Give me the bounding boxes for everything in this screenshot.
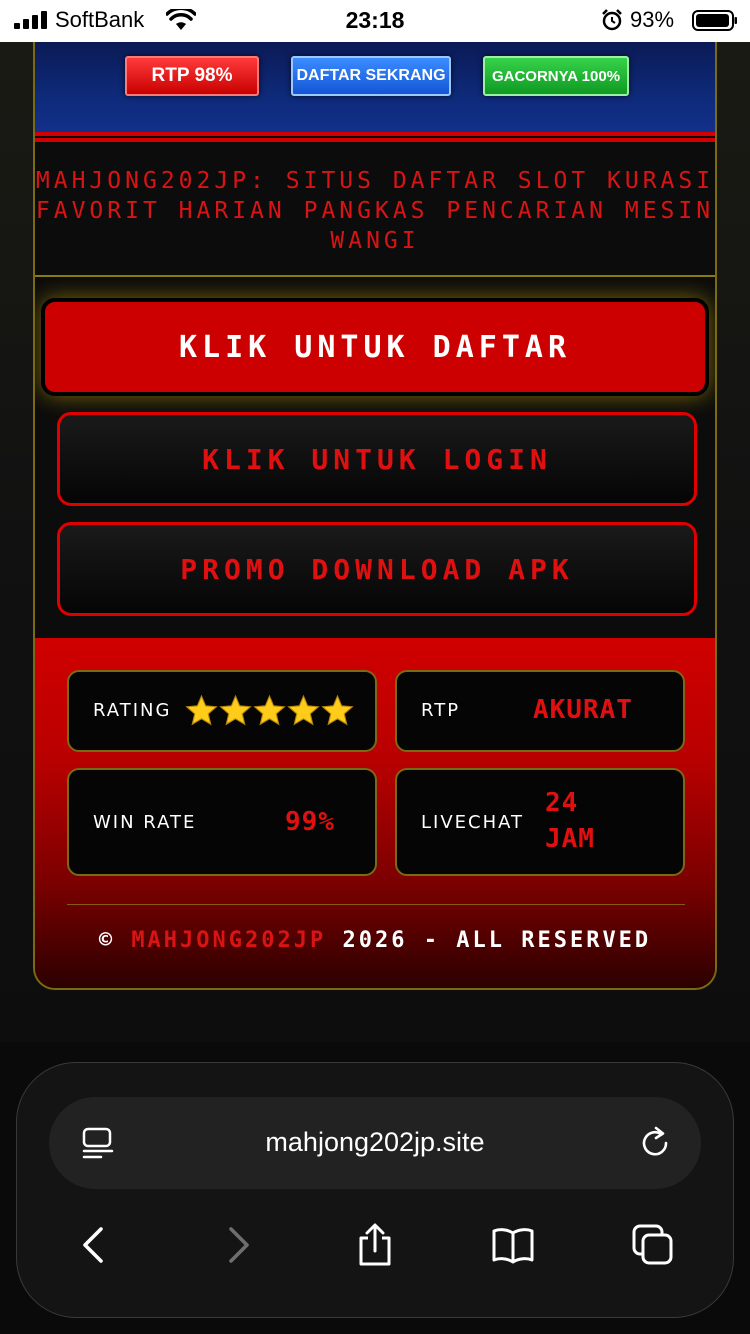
copyright-symbol: © [98, 928, 116, 953]
star-icon [287, 694, 320, 726]
rtp-card: RTP AKURAT [395, 670, 685, 752]
banner-gacor-button[interactable]: GACORNYA 100% [483, 56, 629, 96]
battery-percent: 93% [630, 7, 675, 32]
forward-icon[interactable] [215, 1223, 259, 1267]
reload-icon[interactable] [639, 1125, 673, 1161]
back-icon[interactable] [73, 1223, 117, 1267]
livechat-label: LIVECHAT [421, 812, 525, 833]
rtp-label: RTP [421, 700, 461, 721]
star-icon [185, 694, 218, 726]
info-section: RATING RTP AKURAT WIN RATE 99% LIVECHAT … [35, 638, 715, 988]
login-button[interactable]: KLIK UNTUK LOGIN [57, 412, 697, 506]
alarm-icon [602, 9, 622, 31]
livechat-value-unit: JAM [545, 824, 595, 854]
copyright-suffix: 2026 - ALL RESERVED [342, 928, 652, 953]
divider [35, 275, 715, 277]
banner-daftar-button[interactable]: DAFTAR SEKRANG [291, 56, 451, 96]
rating-stars [185, 694, 354, 727]
download-apk-button[interactable]: PROMO DOWNLOAD APK [57, 522, 697, 616]
banner-rtp-button[interactable]: RTP 98% [125, 56, 259, 96]
bookmarks-icon[interactable] [491, 1223, 535, 1267]
divider [67, 904, 685, 905]
divider [35, 132, 715, 136]
promo-banner[interactable]: RTP 98% DAFTAR SEKRANG GACORNYA 100% [35, 42, 715, 132]
brand-name: MAHJONG202JP [131, 928, 327, 953]
rtp-value: AKURAT [533, 695, 633, 725]
rating-label: RATING [93, 700, 172, 721]
url-text[interactable]: mahjong202jp.site [49, 1127, 701, 1158]
browser-toolbar: mahjong202jp.site [16, 1062, 734, 1318]
divider [35, 138, 715, 142]
win-rate-value: 99% [285, 807, 335, 837]
rating-card: RATING [67, 670, 377, 752]
status-bar: SoftBank 23:18 93% [0, 0, 750, 42]
address-bar[interactable]: mahjong202jp.site [49, 1097, 701, 1189]
register-button[interactable]: KLIK UNTUK DAFTAR [41, 298, 709, 396]
copyright-text: © MAHJONG202JP 2026 - ALL RESERVED [35, 928, 715, 953]
star-icon [219, 694, 252, 726]
page-title: MAHJONG202JP: SITUS DAFTAR SLOT KURASI F… [35, 168, 715, 254]
livechat-value-hours: 24 [545, 788, 579, 818]
tabs-icon[interactable] [631, 1223, 675, 1267]
win-rate-card: WIN RATE 99% [67, 768, 377, 876]
win-rate-label: WIN RATE [93, 812, 197, 833]
star-icon [253, 694, 286, 726]
battery-icon [692, 10, 737, 31]
star-icon [321, 694, 354, 726]
main-card: RTP 98% DAFTAR SEKRANG GACORNYA 100% MAH… [33, 42, 717, 990]
livechat-card: LIVECHAT 24 JAM [395, 768, 685, 876]
share-icon[interactable] [353, 1223, 397, 1267]
